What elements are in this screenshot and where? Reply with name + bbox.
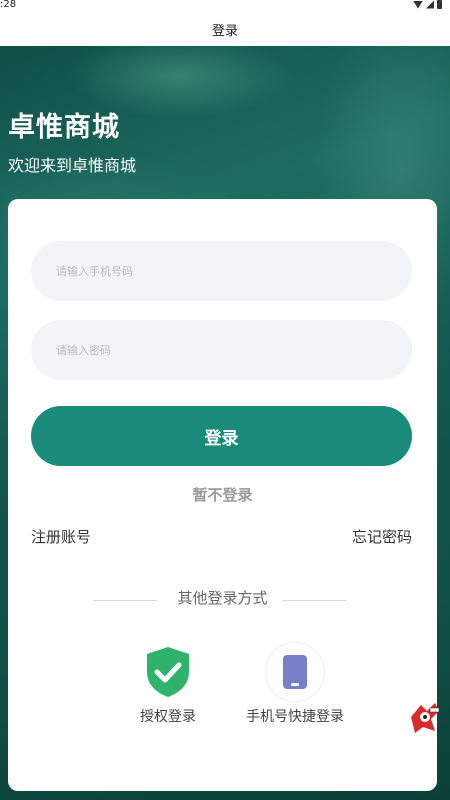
password-input[interactable] xyxy=(31,320,412,380)
other-login-divider-label: 其他登录方式 xyxy=(177,589,268,607)
floating-mascot-icon[interactable] xyxy=(407,697,443,737)
brand-subtitle: 欢迎来到卓惟商城 xyxy=(8,156,137,175)
divider-line-right xyxy=(282,600,346,601)
login-button[interactable]: 登录 xyxy=(31,406,412,466)
page-title: 登录 xyxy=(211,23,238,39)
phone-input[interactable] xyxy=(31,241,412,301)
authorize-login-label: 授权登录 xyxy=(140,709,196,725)
phone-quick-login-option[interactable]: 手机号快捷登录 xyxy=(230,642,360,726)
mobile-phone-icon xyxy=(265,642,325,702)
signal-icon xyxy=(426,0,434,9)
wifi-icon xyxy=(413,0,423,9)
status-bar: :28 xyxy=(0,0,450,12)
skip-login-link[interactable]: 暂不登录 xyxy=(8,484,437,505)
status-time: :28 xyxy=(0,0,17,10)
authorize-login-option[interactable]: 授权登录 xyxy=(118,642,218,726)
phone-quick-login-label: 手机号快捷登录 xyxy=(246,709,344,725)
shield-check-icon xyxy=(138,642,198,702)
forgot-password-link[interactable]: 忘记密码 xyxy=(352,526,412,547)
register-link[interactable]: 注册账号 xyxy=(31,526,91,547)
login-card: 登录 暂不登录 注册账号 忘记密码 其他登录方式 授权登录 手机号快捷登录 xyxy=(8,199,437,791)
status-icons xyxy=(413,0,442,9)
title-bar: 登录 xyxy=(0,12,450,46)
battery-icon xyxy=(437,0,442,9)
brand-title: 卓惟商城 xyxy=(8,112,120,143)
